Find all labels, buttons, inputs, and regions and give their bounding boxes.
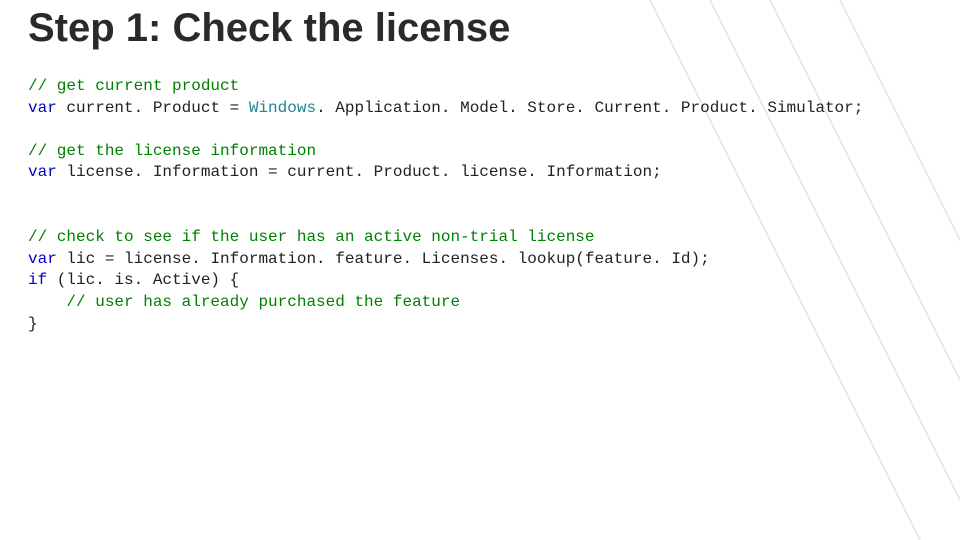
code-comment: // user has already purchased the featur… (28, 293, 460, 311)
code-keyword: var (28, 163, 57, 181)
code-keyword: var (28, 250, 57, 268)
code-block: // get current product var current. Prod… (28, 76, 932, 335)
slide-title: Step 1: Check the license (28, 6, 932, 50)
code-text: } (28, 315, 38, 333)
code-text: . Application. Model. Store. Current. Pr… (316, 99, 863, 117)
code-text: license. Information = current. Product.… (57, 163, 662, 181)
code-type: Windows (249, 99, 316, 117)
code-comment: // check to see if the user has an activ… (28, 228, 595, 246)
code-comment: // get current product (28, 77, 239, 95)
code-keyword: if (28, 271, 47, 289)
code-text: (lic. is. Active) { (47, 271, 239, 289)
slide: Step 1: Check the license // get current… (0, 0, 960, 540)
code-text: current. Product = (57, 99, 249, 117)
code-comment: // get the license information (28, 142, 316, 160)
code-keyword: var (28, 99, 57, 117)
code-text: lic = license. Information. feature. Lic… (57, 250, 710, 268)
